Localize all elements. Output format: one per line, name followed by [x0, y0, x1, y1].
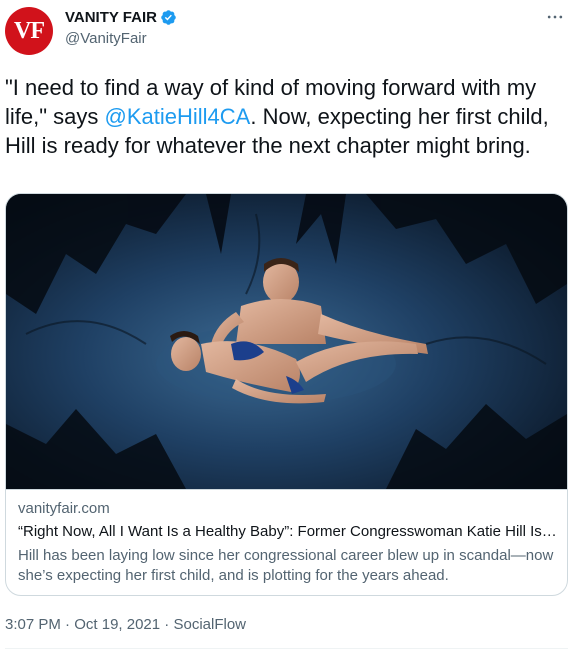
mention-link[interactable]: @KatieHill4CA: [105, 104, 251, 129]
divider: [5, 648, 568, 649]
meta-separator: ·: [160, 616, 174, 633]
tweet-text: "I need to find a way of kind of moving …: [5, 73, 565, 160]
tweet-date[interactable]: Oct 19, 2021: [74, 616, 160, 633]
card-image[interactable]: [6, 194, 567, 489]
avatar[interactable]: VF: [5, 7, 53, 55]
more-horizontal-icon: [547, 15, 563, 19]
author-handle[interactable]: @VanityFair: [65, 30, 147, 47]
tweet-time[interactable]: 3:07 PM: [5, 616, 61, 633]
avatar-logo-text: VF: [14, 17, 45, 44]
card-title: “Right Now, All I Want Is a Healthy Baby…: [18, 523, 557, 540]
tweet-header: VF VANITY FAIR @VanityFair: [0, 0, 573, 64]
meta-separator: ·: [60, 616, 75, 633]
more-options-button[interactable]: [541, 6, 569, 28]
author-name-row[interactable]: VANITY FAIR: [65, 9, 177, 26]
verified-badge-icon: [161, 10, 176, 25]
card-body[interactable]: vanityfair.com “Right Now, All I Want Is…: [6, 489, 567, 595]
card-domain: vanityfair.com: [18, 500, 110, 517]
tweet-source[interactable]: SocialFlow: [173, 616, 246, 633]
tweet-metadata: 3:07 PM · Oct 19, 2021 · SocialFlow: [5, 616, 246, 633]
card-description: Hill has been laying low since her congr…: [18, 547, 554, 584]
author-display-name[interactable]: VANITY FAIR: [65, 9, 157, 26]
link-preview-card[interactable]: vanityfair.com “Right Now, All I Want Is…: [5, 193, 568, 596]
